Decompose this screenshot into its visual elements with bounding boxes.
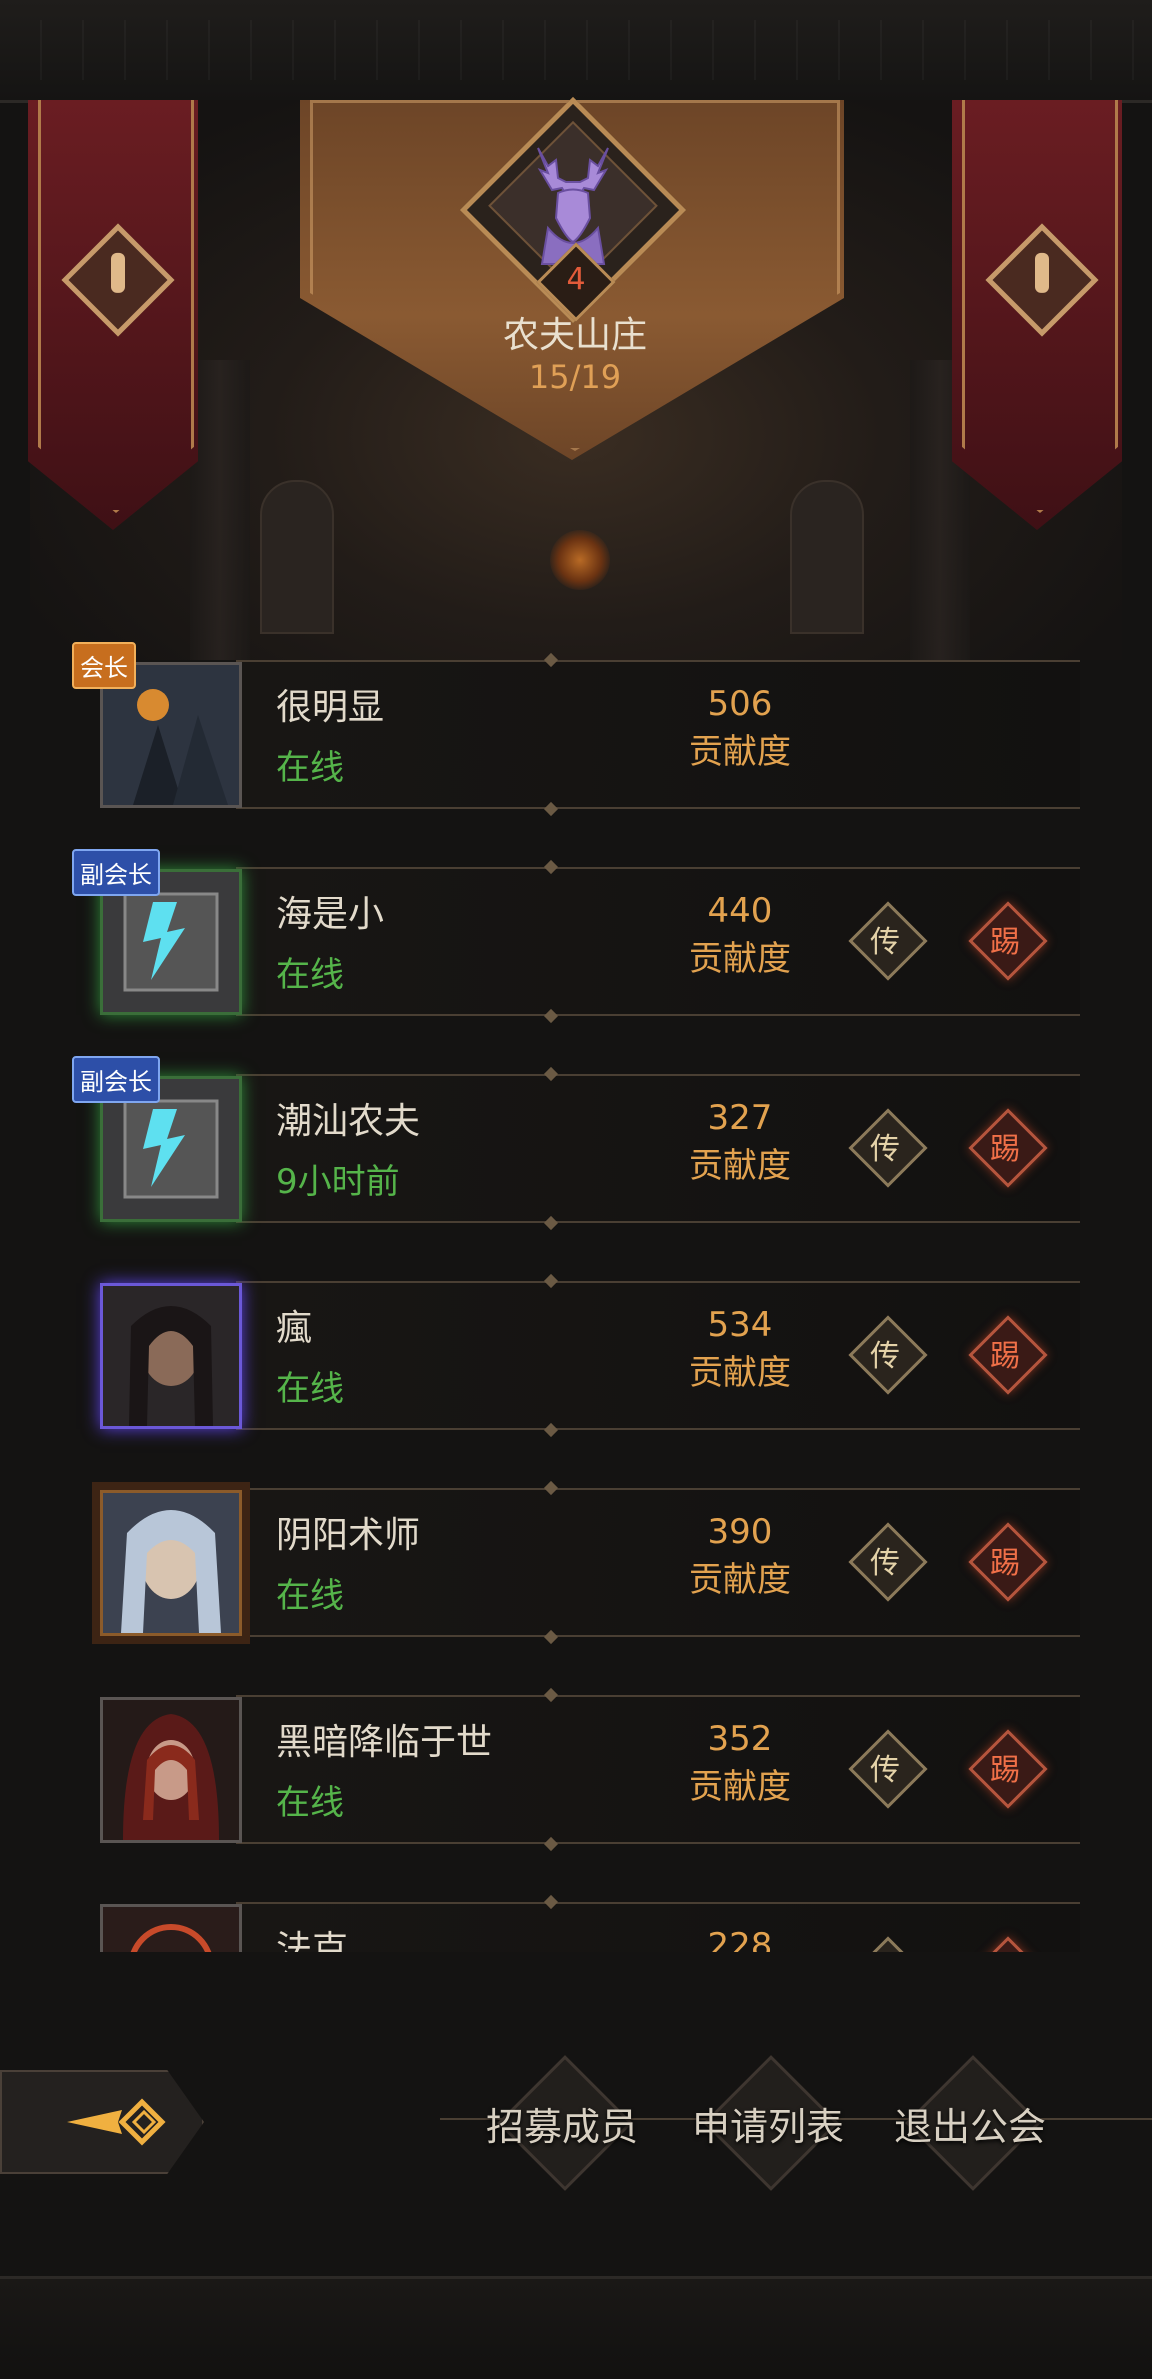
- member-name: 阴阳术师: [276, 1515, 421, 1556]
- right-banner[interactable]: [952, 100, 1122, 530]
- member-status: 在线: [276, 1783, 344, 1823]
- kick-member-button[interactable]: 踢: [968, 1108, 1048, 1188]
- contribution-value: 506: [707, 684, 773, 724]
- kick-member-button[interactable]: 踢: [968, 1729, 1048, 1809]
- contribution-label: 贡献度: [689, 1560, 791, 1600]
- member-status: 在线: [276, 748, 344, 788]
- transfer-leader-button[interactable]: 传: [848, 1936, 928, 1952]
- contribution-value: 440: [707, 891, 773, 931]
- top-frame: [0, 0, 1152, 103]
- member-row[interactable]: 法克 228 传 踢: [70, 1882, 1080, 1952]
- guild-member-count: 15/19: [528, 358, 622, 396]
- member-row[interactable]: 会长 很明显 在线 506 贡献度: [70, 640, 1080, 830]
- member-status: 在线: [276, 1369, 344, 1409]
- guild-name: 农夫山庄: [502, 315, 647, 356]
- contribution-value: 327: [707, 1098, 773, 1138]
- bottom-frame: [0, 2276, 1152, 2379]
- member-name: 潮汕农夫: [276, 1101, 421, 1142]
- contribution-label: 贡献度: [689, 939, 791, 979]
- kick-member-button[interactable]: 踢: [968, 901, 1048, 981]
- avatar[interactable]: [100, 1697, 242, 1843]
- transfer-leader-button[interactable]: 传: [848, 1522, 928, 1602]
- transfer-leader-button[interactable]: 传: [848, 1108, 928, 1188]
- back-button[interactable]: [0, 2070, 204, 2174]
- transfer-leader-button[interactable]: 传: [848, 1315, 928, 1395]
- vice-leader-badge: 副会长: [72, 1056, 160, 1103]
- application-list-button[interactable]: 申请列表: [668, 2055, 868, 2191]
- member-status: 在线: [276, 955, 344, 995]
- member-name: 黑暗降临于世: [276, 1722, 493, 1763]
- contribution-label: 贡献度: [689, 732, 791, 772]
- guild-level: 4: [566, 262, 586, 297]
- transfer-leader-button[interactable]: 传: [848, 1729, 928, 1809]
- member-name: 很明显: [276, 687, 385, 728]
- leader-badge: 会长: [72, 642, 136, 689]
- contribution-label: 贡献度: [689, 1146, 791, 1186]
- contribution-label: 贡献度: [689, 1767, 791, 1807]
- contribution-value: 390: [707, 1512, 773, 1552]
- contribution-value: 534: [707, 1305, 773, 1345]
- kick-member-button[interactable]: 踢: [968, 1936, 1048, 1952]
- member-row[interactable]: 副会长 潮汕农夫 9小时前 327 贡献度 传 踢: [70, 1054, 1080, 1244]
- member-row[interactable]: 黑暗降临于世 在线 352 贡献度 传 踢: [70, 1675, 1080, 1865]
- avatar[interactable]: [100, 1283, 242, 1429]
- member-name: 瘋: [276, 1308, 313, 1349]
- leave-guild-button[interactable]: 退出公会: [870, 2055, 1070, 2191]
- vice-leader-badge: 副会长: [72, 849, 160, 896]
- recruit-members-button[interactable]: 招募成员: [462, 2055, 662, 2191]
- back-arrow-icon: [67, 2098, 166, 2146]
- transfer-leader-button[interactable]: 传: [848, 901, 928, 981]
- member-list[interactable]: 会长 很明显 在线 506 贡献度 副会长 海是小 在线 440 贡献度 传 踢…: [0, 640, 1152, 1952]
- member-row[interactable]: 副会长 海是小 在线 440 贡献度 传 踢: [70, 847, 1080, 1037]
- member-row[interactable]: 阴阳术师 在线 390 贡献度 传 踢: [70, 1468, 1080, 1658]
- contribution-label: 贡献度: [689, 1353, 791, 1393]
- avatar[interactable]: [100, 1490, 242, 1636]
- kick-member-button[interactable]: 踢: [968, 1522, 1048, 1602]
- avatar[interactable]: [100, 1904, 242, 1952]
- member-name: 法克: [276, 1929, 349, 1952]
- kick-member-button[interactable]: 踢: [968, 1315, 1048, 1395]
- member-status: 在线: [276, 1576, 344, 1616]
- member-status: 9小时前: [276, 1162, 400, 1202]
- member-row[interactable]: 瘋 在线 534 贡献度 传 踢: [70, 1261, 1080, 1451]
- bottom-action-bar: 招募成员 申请列表 退出公会: [0, 2055, 1152, 2191]
- contribution-value: 228: [707, 1926, 773, 1952]
- contribution-value: 352: [707, 1719, 773, 1759]
- left-banner[interactable]: [28, 100, 198, 530]
- member-name: 海是小: [276, 894, 385, 935]
